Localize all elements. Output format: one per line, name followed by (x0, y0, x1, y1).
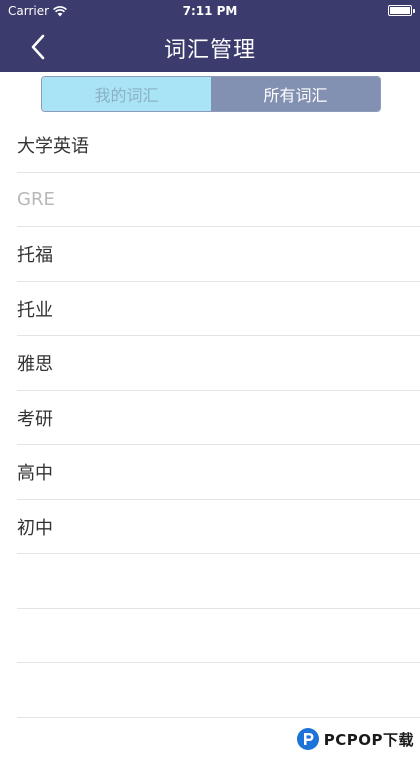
list-item-toefl[interactable]: 托福 (0, 227, 420, 282)
list-item-postgraduate[interactable]: 考研 (0, 391, 420, 446)
list-item-toeic[interactable]: 托业 (0, 282, 420, 337)
pcpop-logo-icon (296, 728, 319, 750)
screen: Carrier 7:11 PM 词汇管理 我的词汇 所有词汇 大学英语 GRE … (0, 0, 420, 757)
page-title: 词汇管理 (163, 38, 256, 63)
status-bar: Carrier 7:11 PM (0, 0, 420, 22)
segment-my-vocab[interactable]: 我的词汇 (42, 77, 211, 111)
watermark-text: PCPOP下载 (323, 730, 414, 749)
watermark-logo: PCPOP下载 (296, 727, 414, 751)
empty-row (0, 663, 420, 718)
segment-all-vocab[interactable]: 所有词汇 (211, 77, 380, 111)
top-bar: Carrier 7:11 PM 词汇管理 (0, 0, 420, 72)
battery-icon (388, 5, 415, 16)
empty-row (0, 554, 420, 609)
vocab-segmented-control: 我的词汇 所有词汇 (41, 76, 381, 112)
list-item-gre[interactable]: GRE (0, 173, 420, 228)
list-item-college-english[interactable]: 大学英语 (0, 118, 420, 173)
vocab-list: 大学英语 GRE 托福 托业 雅思 考研 高中 初中 (0, 118, 420, 718)
empty-row (0, 609, 420, 664)
list-item-ielts[interactable]: 雅思 (0, 336, 420, 391)
list-item-high-school[interactable]: 高中 (0, 445, 420, 500)
navigation-bar: 词汇管理 (0, 22, 420, 72)
status-time: 7:11 PM (182, 4, 238, 18)
list-item-middle-school[interactable]: 初中 (0, 500, 420, 555)
